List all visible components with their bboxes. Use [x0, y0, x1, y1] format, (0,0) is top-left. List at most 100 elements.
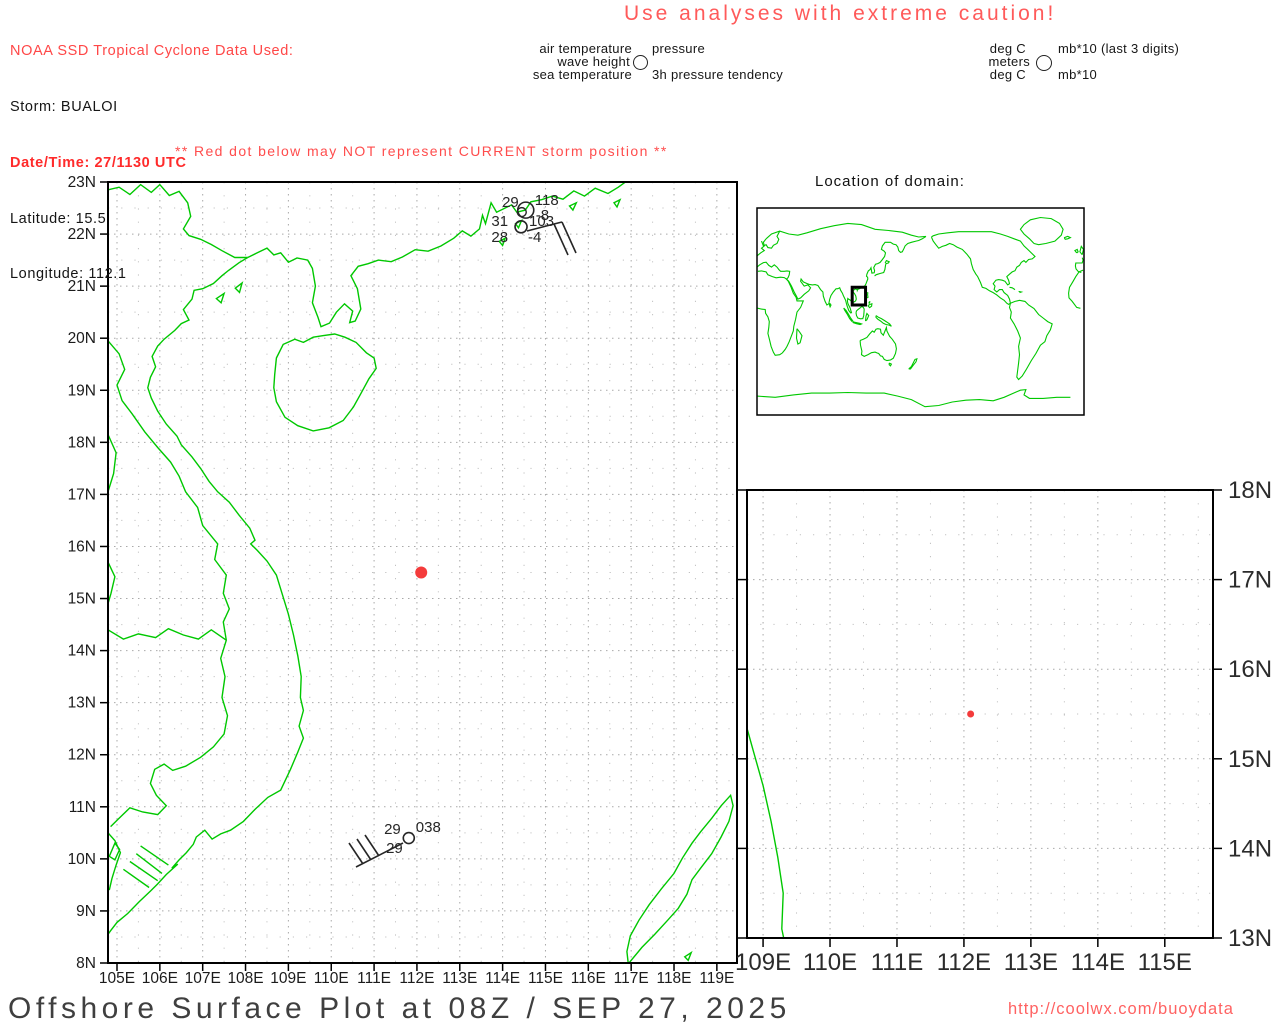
main-map-lat-label: 18N [68, 434, 96, 451]
plot-title: Offshore Surface Plot at 08Z / SEP 27, 2… [8, 992, 791, 1024]
station-circle [402, 831, 416, 845]
main-map-lon-label: 114E [485, 970, 520, 987]
coastline-laos-cambodia-border [481, 811, 666, 831]
legend-unit-degc-bottom: deg C [989, 67, 1026, 82]
main-map-lat-label: 12N [68, 747, 96, 764]
storm-position-dot [415, 566, 428, 579]
zoom-map-lon-label: 110E [803, 949, 857, 976]
storm-position-warning: ** Red dot below may NOT represent CURRE… [175, 143, 668, 159]
main-map-lon-label: 115E [528, 970, 563, 987]
world-coast-europe-africa [757, 270, 805, 356]
world-coast-arctic-eurasia [765, 222, 927, 240]
coastline-island [1118, 108, 1127, 121]
zoom-map: 109E 110E 111E 112E 113E 114E 115E 13N 14N 15N 16N… [481, 73, 1280, 1024]
legend-sea-temperature: sea temperature [532, 67, 632, 82]
coastline-vietnam-coast [108, 256, 305, 935]
world-coast-europe-africa [1068, 257, 1084, 309]
zoom-map-lat-label: 13N [1228, 925, 1272, 952]
coastline-island [680, 216, 691, 232]
zoom-map-lon-label: 112E [937, 949, 991, 976]
zoom-map-coastlines [481, 73, 1280, 1024]
zoom-map-lon-label: 114E [1071, 949, 1125, 976]
world-coast-cuba [1009, 286, 1016, 291]
storm-position-dot [967, 710, 975, 718]
world-coast-ireland [1074, 248, 1079, 254]
main-map-lon-label: 113E [442, 970, 477, 987]
source-url: http://coolwx.com/buoydata [1008, 1000, 1234, 1018]
main-map-lat-label: 11N [69, 799, 96, 816]
main-map-lon-label: 117E [614, 970, 649, 987]
main-map-lat-label: 13N [68, 695, 96, 712]
legend-unit-mb10-bottom: mb*10 [1058, 67, 1098, 82]
world-coast-antarctica [757, 388, 1071, 408]
coastline-mekong-river [129, 860, 159, 882]
legend-pressure: pressure [652, 41, 705, 56]
station-value: 038 [416, 819, 441, 836]
station-value: 29 [384, 821, 401, 838]
inset-title: Location of domain: [815, 173, 965, 190]
coastline-thailand-laos-border [481, 477, 494, 575]
main-map-lat-label: 19N [68, 382, 96, 399]
coastline-mekong-river [140, 845, 169, 866]
storm-info-longitude: Longitude: 112.1 [10, 266, 127, 283]
main-map-lon-label: 105E [99, 970, 135, 987]
main-map-lat-label: 14N [68, 643, 96, 660]
wind-barb [561, 221, 577, 254]
coastline-hainan [273, 333, 377, 432]
coastline-island [1093, 139, 1102, 152]
coastline-island [683, 950, 693, 962]
world-coast-mediterranean-north [1078, 269, 1084, 273]
zoom-map-lon-label: 113E [1004, 949, 1058, 976]
world-coast-asia-south-coast [786, 235, 927, 314]
world-coast-australia [859, 325, 897, 362]
main-map-lat-label: 16N [68, 538, 96, 555]
station-circle-icon [1036, 55, 1052, 71]
world-coastlines [757, 216, 1084, 408]
coastline-island [1272, 73, 1280, 86]
zoom-map-lon-label: 111E [871, 949, 924, 976]
main-map-lon-label: 107E [185, 970, 221, 987]
zoom-map-lat-label: 15N [1228, 746, 1272, 773]
main-map-lon-label: 108E [227, 970, 263, 987]
main-map-lat-label: 15N [68, 591, 96, 608]
station-value: 29 [502, 194, 519, 211]
main-map-lon-label: 109E [270, 970, 306, 987]
station-value: 103 [529, 213, 554, 230]
world-coast-madagascar [795, 328, 803, 345]
station-value: 28 [491, 229, 508, 246]
coastline-thailand-laos-border [481, 696, 492, 768]
world-inset [756, 207, 1085, 416]
main-map-lon-label: 112E [399, 970, 434, 987]
main-map-lon-label: 119E [699, 970, 734, 987]
zoom-map-lat-label: 17N [1228, 567, 1272, 594]
station-value: 31 [491, 213, 508, 230]
world-coast-borneo [855, 305, 865, 320]
zoom-map-lon-label: 109E [735, 949, 791, 976]
coastline-island [651, 234, 663, 250]
coastline-gulf-of-thailand-coast [108, 832, 122, 891]
main-map-lon-label: 116E [571, 970, 606, 987]
zoom-map-lat-label: 16N [1228, 656, 1272, 683]
main-map-lon-label: 110E [314, 970, 349, 987]
coastline-island [612, 198, 622, 209]
coastline-island [568, 201, 578, 212]
coastline-laos-vietnam-border [108, 340, 231, 828]
main-map-lon-label: 118E [656, 970, 691, 987]
wind-barb [553, 221, 563, 225]
buoy-plot-page: 105E 106E 107E 108E 109E 110E 111E 112E 113E 114E… [0, 0, 1280, 1024]
world-coast-hispaniola [1018, 290, 1024, 294]
zoom-map-lat-label: 18N [1228, 477, 1272, 504]
world-coast-britain [1079, 245, 1084, 256]
world-coast-new-zealand [908, 357, 918, 370]
world-coast-iceland [1063, 235, 1072, 240]
main-map-lat-label: 17N [68, 486, 96, 503]
coastline-south-china-coast [247, 182, 627, 328]
station-value: 29 [386, 840, 403, 857]
coastline-thailand-laos-border [108, 561, 116, 604]
coastline-mekong-river [135, 853, 163, 874]
main-map-lon-label: 106E [142, 970, 178, 987]
world-coast-japan [874, 259, 891, 277]
main-map-lat-label: 20N [68, 330, 96, 347]
coastline-laos-vietnam-border [481, 315, 671, 1024]
main-map-lon-label: 111E [357, 970, 391, 987]
